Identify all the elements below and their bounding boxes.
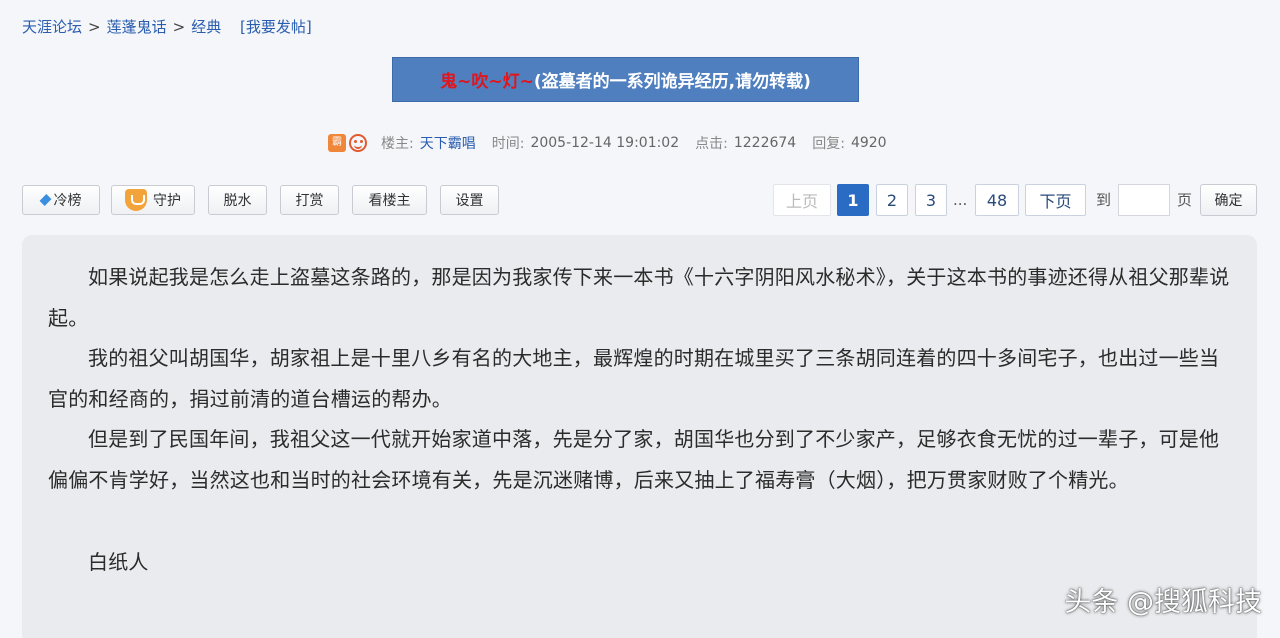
post-paragraph: 如果说起我是怎么走上盗墓这条路的，那是因为我家传下来一本书《十六字阴阳风水秘术》… [48,265,1230,330]
post-content: 如果说起我是怎么走上盗墓这条路的，那是因为我家传下来一本书《十六字阴阳风水秘术》… [22,235,1257,638]
breadcrumb-home[interactable]: 天涯论坛 [22,18,82,36]
breadcrumb-separator: > [88,18,101,36]
time-label: 时间: [491,136,525,152]
clicks-label: 点击: [695,136,728,152]
breadcrumb-separator: > [172,18,186,36]
watermark: 头条 @搜狐科技 [1064,587,1262,618]
smiley-icon [349,134,367,152]
breadcrumb: 天涯论坛 > 莲蓬鬼话 > 经典 [我要发帖] [22,16,312,38]
thread-title-text: (盗墓者的一系列诡异经历,请勿转载) [533,72,811,92]
next-page-button[interactable]: 下页 [1025,184,1086,216]
page-number-input[interactable] [1118,184,1170,216]
thread-title-highlight: 鬼~吹~灯~ [440,72,534,92]
page-2-button[interactable]: 2 [876,184,908,216]
page-unit-label: 页 [1177,191,1193,209]
replies-label: 回复: [812,136,845,152]
breadcrumb-category[interactable]: 经典 [191,18,221,36]
confirm-goto-button[interactable]: 确定 [1200,184,1257,216]
section-title: 白纸人 [88,550,149,574]
author-label: 楼主: [381,136,414,152]
page-1-button[interactable]: 1 [837,184,869,216]
goto-label: 到 [1096,191,1112,209]
post-time: 2005-12-14 19:01:02 [530,135,680,151]
breadcrumb-board[interactable]: 莲蓬鬼话 [107,18,167,36]
thread-title: 鬼~吹~灯~ (盗墓者的一系列诡异经历,请勿转载) [392,57,859,102]
level-badge-icon: 霸 [328,134,346,152]
page-3-button[interactable]: 3 [915,184,947,216]
post-paragraph: 我的祖父叫胡国华，胡家祖上是十里八乡有名的大地主，最辉煌的时期在城里买了三条胡同… [48,346,1220,411]
last-page-button[interactable]: 48 [975,184,1019,216]
click-count: 1222674 [733,135,797,151]
thread-meta: 霸 楼主: 天下霸唱 时间: 2005-12-14 19:01:02 点击: 1… [328,131,903,155]
page-ellipsis: ... [953,191,968,209]
author-link[interactable]: 天下霸唱 [420,133,476,153]
prev-page-button[interactable]: 上页 [773,184,831,216]
reply-count: 4920 [850,135,887,151]
post-paragraph: 但是到了民国年间，我祖父这一代就开始家道中落，先是分了家，胡国华也分到了不少家产… [48,427,1220,492]
new-post-link[interactable]: [我要发帖] [240,18,312,36]
